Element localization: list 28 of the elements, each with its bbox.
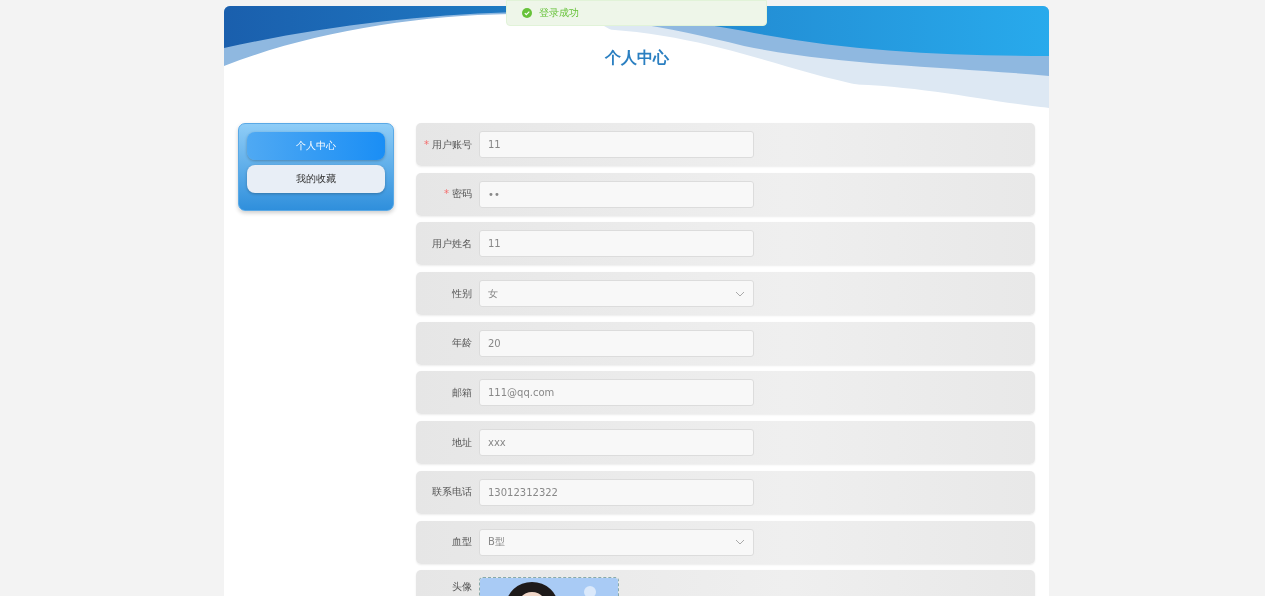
chevron-down-icon <box>735 539 745 545</box>
select-field[interactable]: 女 <box>479 280 754 308</box>
field-label: 头像 <box>451 580 472 595</box>
check-circle-icon <box>522 8 532 18</box>
field-label: 地址 <box>451 435 472 450</box>
chevron-down-icon <box>735 290 745 297</box>
input-field[interactable]: •• <box>479 180 754 208</box>
input-field[interactable]: 20 <box>479 329 754 357</box>
label-text: 用户账号 <box>432 138 472 150</box>
select-field[interactable]: B型 <box>479 528 754 556</box>
field-label: 用户姓名 <box>431 236 472 251</box>
input-field[interactable]: 13012312322 <box>479 478 754 506</box>
sidebar-item[interactable]: 我的收藏 <box>247 165 385 193</box>
field-label: 血型 <box>451 535 472 549</box>
required-mark: * <box>424 138 429 150</box>
input-field[interactable]: xxx <box>479 429 754 457</box>
label-text: 密码 <box>452 188 472 200</box>
field-label: 联系电话 <box>431 485 472 500</box>
input-field[interactable]: 11 <box>479 131 754 158</box>
input-field[interactable]: 111@qq.com <box>479 379 754 407</box>
field-label: 邮箱 <box>451 385 472 400</box>
field-label: 性别 <box>451 286 472 301</box>
field-label: 年龄 <box>451 336 472 351</box>
toast-text: 登录成功 <box>539 6 579 20</box>
sidebar-item[interactable]: 个人中心 <box>247 132 385 160</box>
required-mark: * <box>444 188 449 200</box>
page-title: 个人中心 <box>604 48 669 69</box>
input-field[interactable]: 11 <box>479 230 754 258</box>
